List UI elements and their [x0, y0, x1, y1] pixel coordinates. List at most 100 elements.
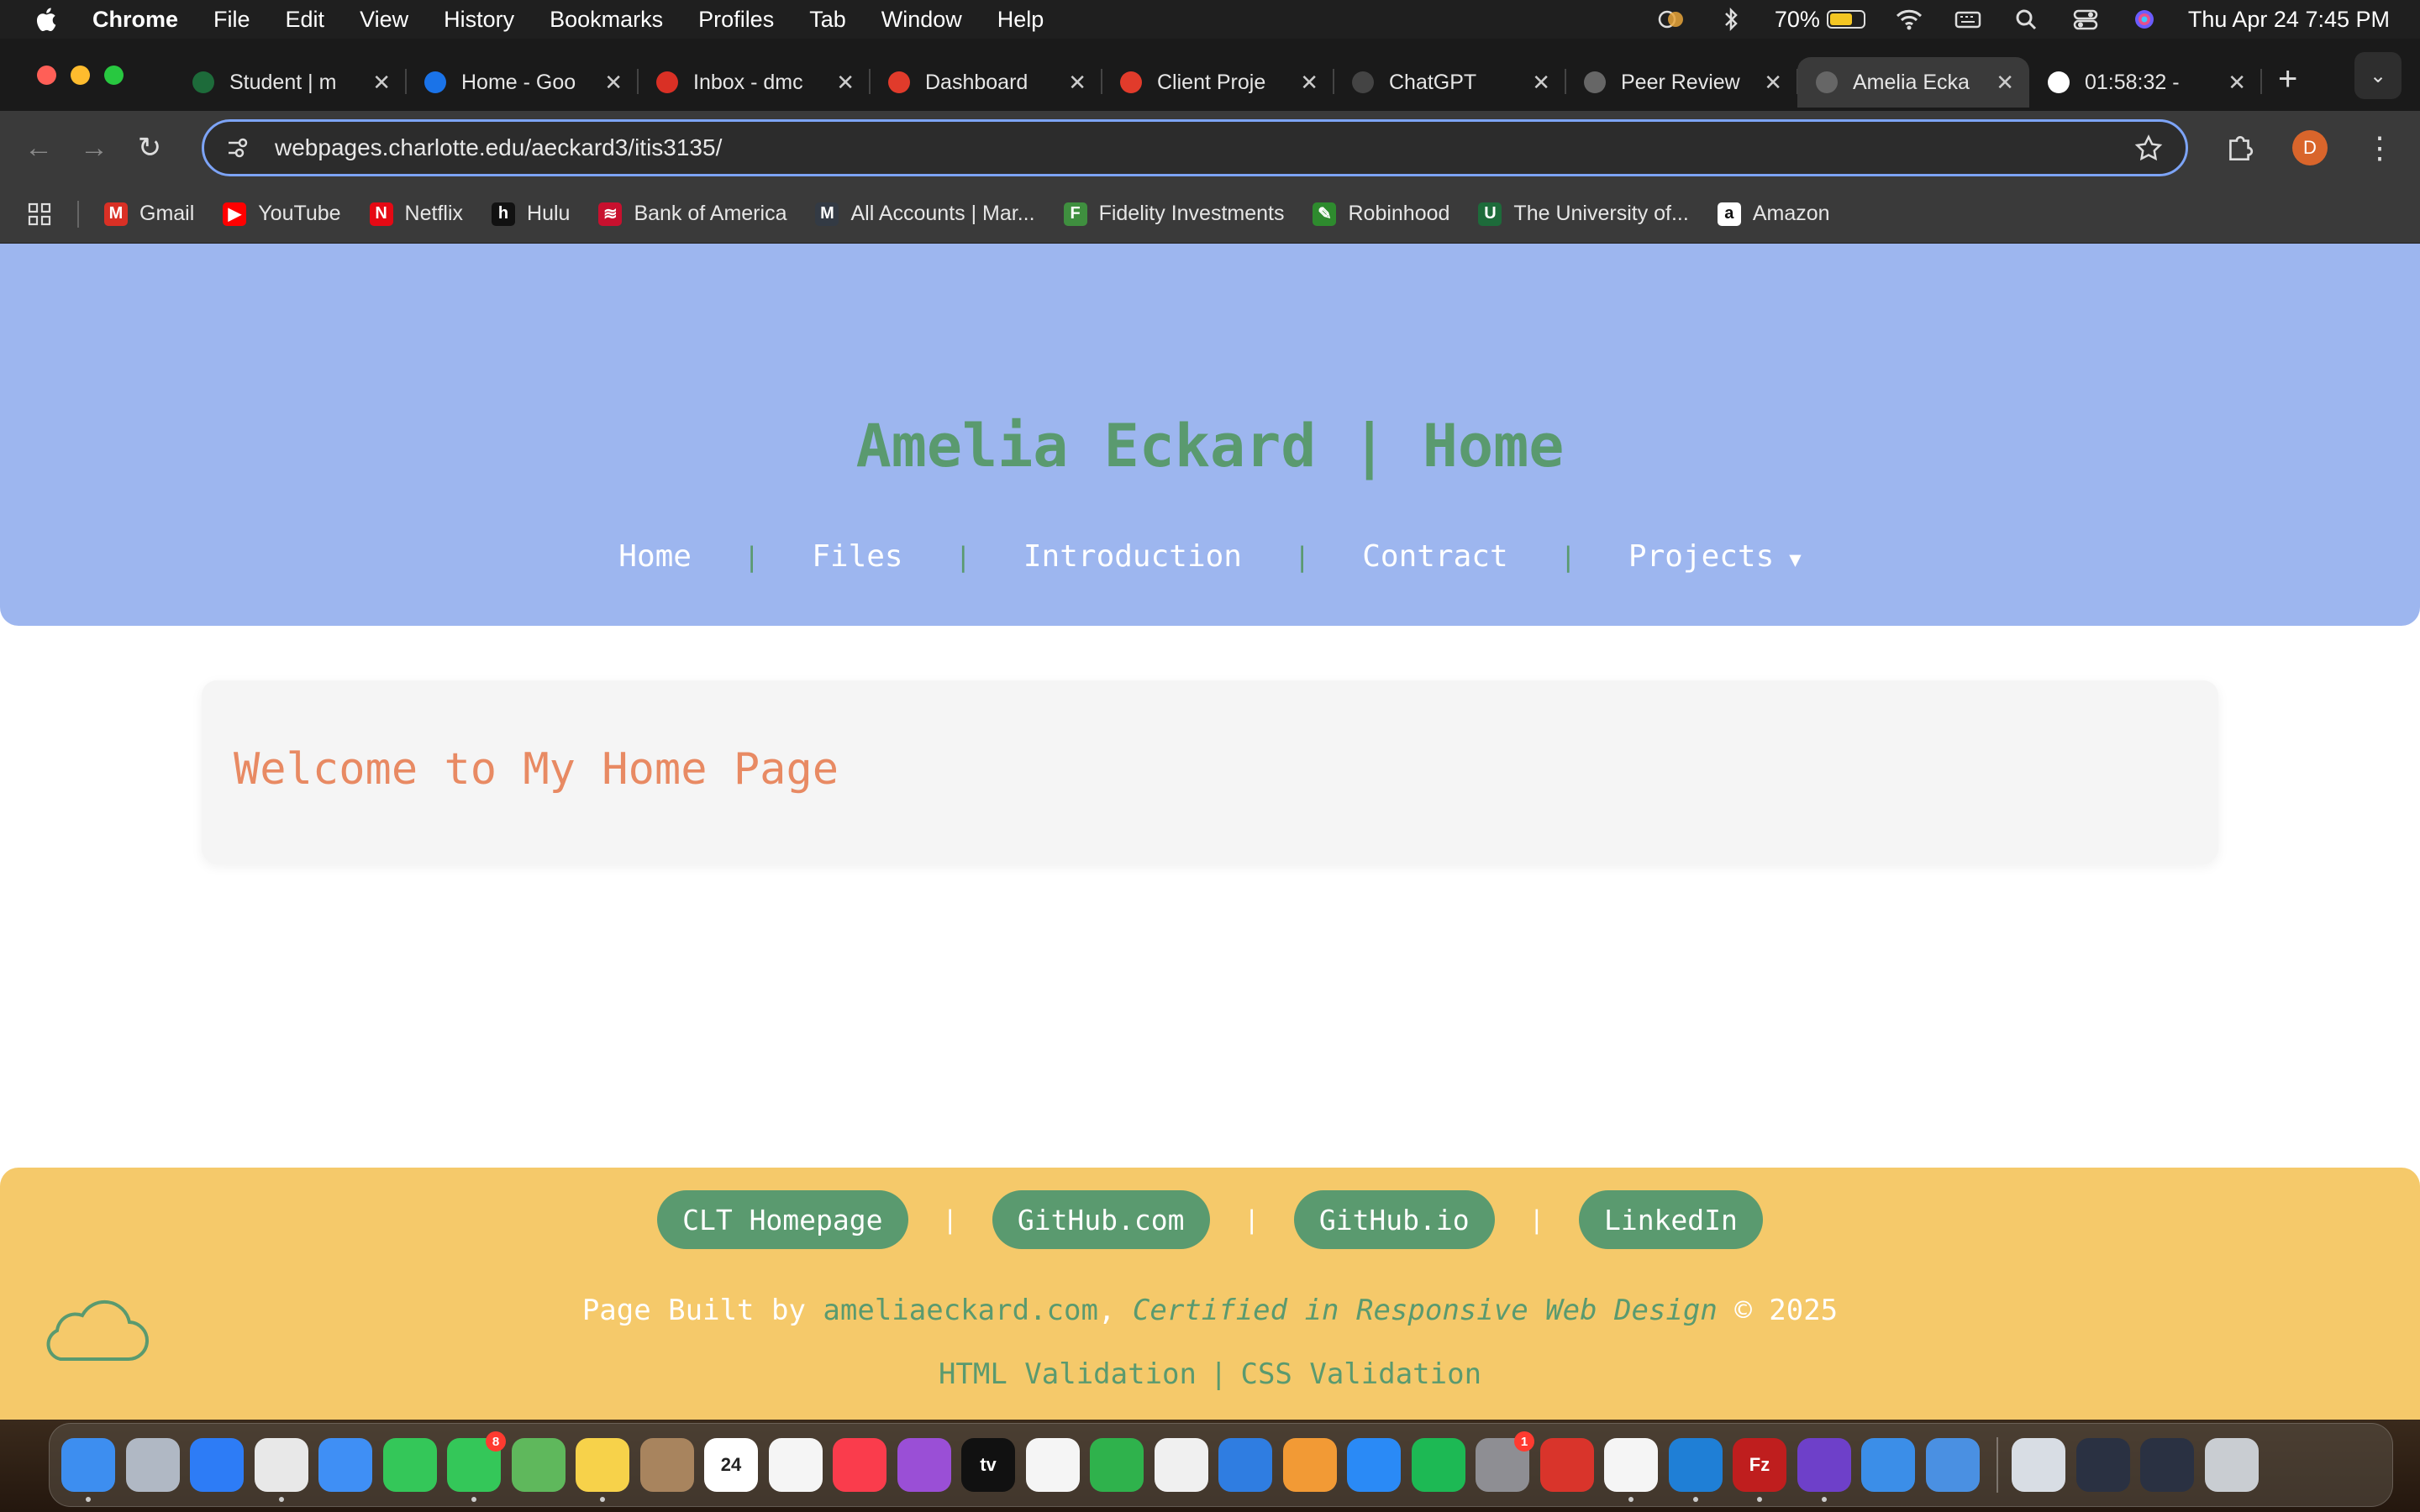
clt-homepage-link[interactable]: CLT Homepage — [657, 1190, 908, 1249]
system-settings-icon[interactable]: 1 — [1476, 1431, 1534, 1492]
finder-icon[interactable] — [61, 1438, 115, 1502]
menu-file[interactable]: File — [213, 7, 250, 33]
close-tab-icon[interactable]: ✕ — [1532, 70, 1550, 96]
menu-edit[interactable]: Edit — [286, 7, 325, 33]
pages-icon[interactable] — [1282, 1438, 1337, 1492]
minimize-window-button[interactable] — [71, 65, 90, 85]
browser-tab[interactable]: ChatGPT ✕ — [1334, 57, 1566, 108]
close-tab-icon[interactable]: ✕ — [1300, 70, 1318, 96]
close-tab-icon[interactable]: ✕ — [1996, 70, 2014, 96]
browser-tab[interactable]: Amelia Ecka ✕ — [1797, 57, 2029, 108]
facetime-icon[interactable] — [382, 1438, 437, 1492]
bookmark-star-icon[interactable] — [2133, 134, 2164, 164]
bookmark-item[interactable]: N Netflix — [369, 202, 463, 226]
menu-history[interactable]: History — [444, 7, 514, 33]
menu-bookmarks[interactable]: Bookmarks — [550, 7, 663, 33]
nav-home[interactable]: Home — [618, 539, 692, 574]
back-button[interactable]: ← — [22, 131, 55, 165]
address-bar[interactable]: webpages.charlotte.edu/aeckard3/itis3135… — [202, 119, 2188, 176]
spotlight-search-icon[interactable] — [2012, 7, 2042, 32]
filezilla-icon[interactable]: Fz — [1733, 1438, 1786, 1502]
github-desktop-icon[interactable] — [1797, 1438, 1851, 1502]
siri-icon[interactable] — [2129, 7, 2160, 32]
app-store-icon[interactable] — [1347, 1438, 1401, 1492]
bookmark-item[interactable]: ✎ Robinhood — [1313, 202, 1449, 226]
recent-window-icon[interactable] — [2075, 1438, 2130, 1492]
photo-booth-icon[interactable] — [1539, 1438, 1594, 1492]
new-tab-button[interactable]: + — [2278, 60, 2297, 98]
nav-files[interactable]: Files — [812, 539, 902, 574]
battery-status[interactable]: 70% — [1775, 7, 1865, 33]
music-icon[interactable] — [833, 1438, 886, 1492]
ameliaeckard-link[interactable]: ameliaeckard.com — [823, 1294, 1098, 1327]
trash-icon[interactable] — [2204, 1438, 2259, 1492]
bookmark-item[interactable]: U The University of... — [1478, 202, 1689, 226]
browser-tab[interactable]: Client Proje ✕ — [1102, 57, 1334, 108]
calendar-icon[interactable]: 24 — [704, 1438, 758, 1492]
simulator-icon[interactable] — [1925, 1438, 1980, 1492]
browser-tab[interactable]: Home - Goo ✕ — [406, 57, 639, 108]
extensions-puzzle-icon[interactable] — [2223, 132, 2255, 164]
photos-icon[interactable] — [1154, 1438, 1208, 1492]
browser-tab[interactable]: Peer Review ✕ — [1565, 57, 1798, 108]
browser-tab[interactable]: Inbox - dmc ✕ — [638, 57, 871, 108]
bookmark-item[interactable]: M Gmail — [104, 202, 194, 226]
close-window-button[interactable] — [37, 65, 56, 85]
close-tab-icon[interactable]: ✕ — [1068, 70, 1086, 96]
bookmark-item[interactable]: h Hulu — [492, 202, 570, 226]
close-tab-icon[interactable]: ✕ — [2228, 70, 2246, 96]
messages-icon[interactable]: 8 — [447, 1431, 506, 1502]
bookmark-item[interactable]: M All Accounts | Mar... — [815, 202, 1035, 226]
nav-introduction[interactable]: Introduction — [1023, 539, 1242, 574]
numbers-icon[interactable] — [1090, 1438, 1144, 1492]
tab-search-button[interactable]: ⌄ — [2354, 52, 2402, 99]
podcasts-icon[interactable] — [897, 1438, 951, 1492]
browser-tab[interactable]: 01:58:32 - ✕ — [2029, 57, 2262, 108]
close-tab-icon[interactable]: ✕ — [372, 70, 391, 96]
menu-profiles[interactable]: Profiles — [698, 7, 774, 33]
spotify-icon[interactable] — [1411, 1438, 1465, 1492]
apple-icon[interactable] — [34, 6, 57, 33]
bookmark-item[interactable]: a Amazon — [1717, 202, 1830, 226]
menu-view[interactable]: View — [360, 7, 408, 33]
html-validation-link[interactable]: HTML Validation — [939, 1357, 1197, 1391]
menu-tab[interactable]: Tab — [809, 7, 846, 33]
xcode-icon[interactable] — [1861, 1438, 1915, 1492]
github-com-link[interactable]: GitHub.com — [992, 1190, 1210, 1249]
zoom-window-button[interactable] — [104, 65, 124, 85]
css-validation-link[interactable]: CSS Validation — [1240, 1357, 1481, 1391]
wifi-icon[interactable] — [1894, 7, 1924, 32]
forward-button[interactable]: → — [77, 131, 111, 165]
close-tab-icon[interactable]: ✕ — [1764, 70, 1782, 96]
apps-grid-icon[interactable] — [27, 202, 52, 227]
chrome-icon[interactable] — [254, 1438, 308, 1502]
github-io-link[interactable]: GitHub.io — [1293, 1190, 1495, 1249]
close-tab-icon[interactable]: ✕ — [836, 70, 855, 96]
nav-projects-dropdown[interactable]: Projects ▼ — [1628, 539, 1802, 574]
chatgpt-icon[interactable] — [1604, 1438, 1658, 1502]
reload-button[interactable]: ↻ — [133, 131, 166, 165]
menu-help[interactable]: Help — [997, 7, 1044, 33]
news-icon[interactable] — [1025, 1438, 1080, 1492]
reminders-icon[interactable] — [768, 1438, 823, 1492]
launchpad-icon[interactable] — [125, 1438, 180, 1492]
recent-window-icon[interactable] — [2140, 1438, 2194, 1492]
menu-app-name[interactable]: Chrome — [92, 7, 178, 33]
safari-icon[interactable] — [190, 1438, 244, 1492]
browser-tab[interactable]: Student | m ✕ — [174, 57, 407, 108]
linkedin-link[interactable]: LinkedIn — [1578, 1190, 1763, 1249]
certification-link[interactable]: Certified in Responsive Web Design — [1133, 1294, 1718, 1327]
chrome-menu-icon[interactable]: ⋮ — [2365, 130, 2395, 165]
contacts-icon[interactable] — [639, 1438, 694, 1492]
profile-avatar[interactable]: D — [2292, 130, 2328, 165]
mail-icon[interactable] — [318, 1438, 372, 1492]
clock[interactable]: Thu Apr 24 7:45 PM — [2188, 7, 2390, 33]
copilot-icon[interactable] — [1657, 7, 1687, 32]
bluetooth-icon[interactable] — [1716, 7, 1746, 32]
bookmark-item[interactable]: F Fidelity Investments — [1063, 202, 1284, 226]
apple-tv-icon[interactable]: tv — [961, 1438, 1015, 1492]
keyboard-icon[interactable] — [1953, 7, 1983, 32]
nav-contract[interactable]: Contract — [1362, 539, 1507, 574]
menu-window[interactable]: Window — [881, 7, 962, 33]
control-center-icon[interactable] — [2070, 7, 2101, 32]
